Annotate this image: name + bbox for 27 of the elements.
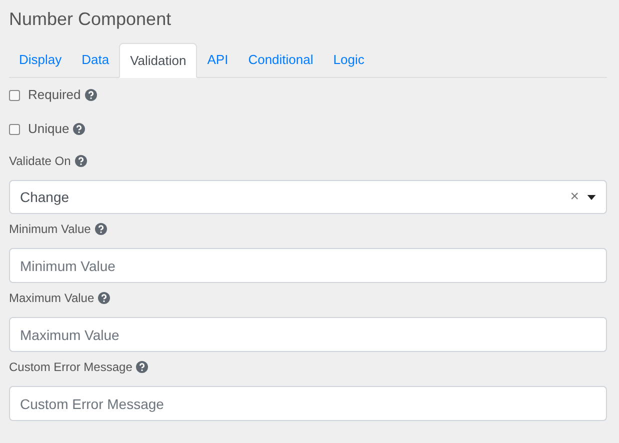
field-label: Maximum Value: [9, 290, 94, 307]
help-icon[interactable]: [136, 361, 148, 373]
tab[interactable]: Logic: [323, 43, 374, 77]
input-field[interactable]: Maximum Value: [9, 317, 607, 352]
checkbox[interactable]: [9, 124, 20, 134]
help-icon[interactable]: [74, 155, 87, 167]
checkbox-label: Unique: [28, 120, 70, 138]
help-icon[interactable]: [73, 123, 86, 135]
input-field[interactable]: Minimum Value: [9, 248, 607, 283]
help-icon[interactable]: [94, 223, 107, 235]
tab[interactable]: API: [197, 43, 238, 77]
tab[interactable]: Conditional: [238, 43, 324, 77]
select-field[interactable]: Change ×: [9, 180, 607, 214]
tab[interactable]: Data: [72, 43, 120, 77]
field-label: Custom Error Message: [9, 359, 132, 376]
checkbox-label: Required: [28, 86, 81, 104]
checkbox[interactable]: [9, 90, 20, 100]
panel-title: Number Component: [9, 8, 172, 30]
help-icon[interactable]: [84, 89, 97, 101]
clear-icon[interactable]: ×: [570, 186, 579, 208]
help-icon[interactable]: [98, 292, 110, 304]
field-label: Minimum Value: [9, 221, 91, 238]
caret-icon[interactable]: [587, 194, 596, 200]
input-field[interactable]: Custom Error Message: [9, 386, 607, 421]
tab[interactable]: Validation: [119, 43, 198, 78]
field-label: Validate On: [9, 153, 71, 170]
tab[interactable]: Display: [9, 43, 72, 77]
